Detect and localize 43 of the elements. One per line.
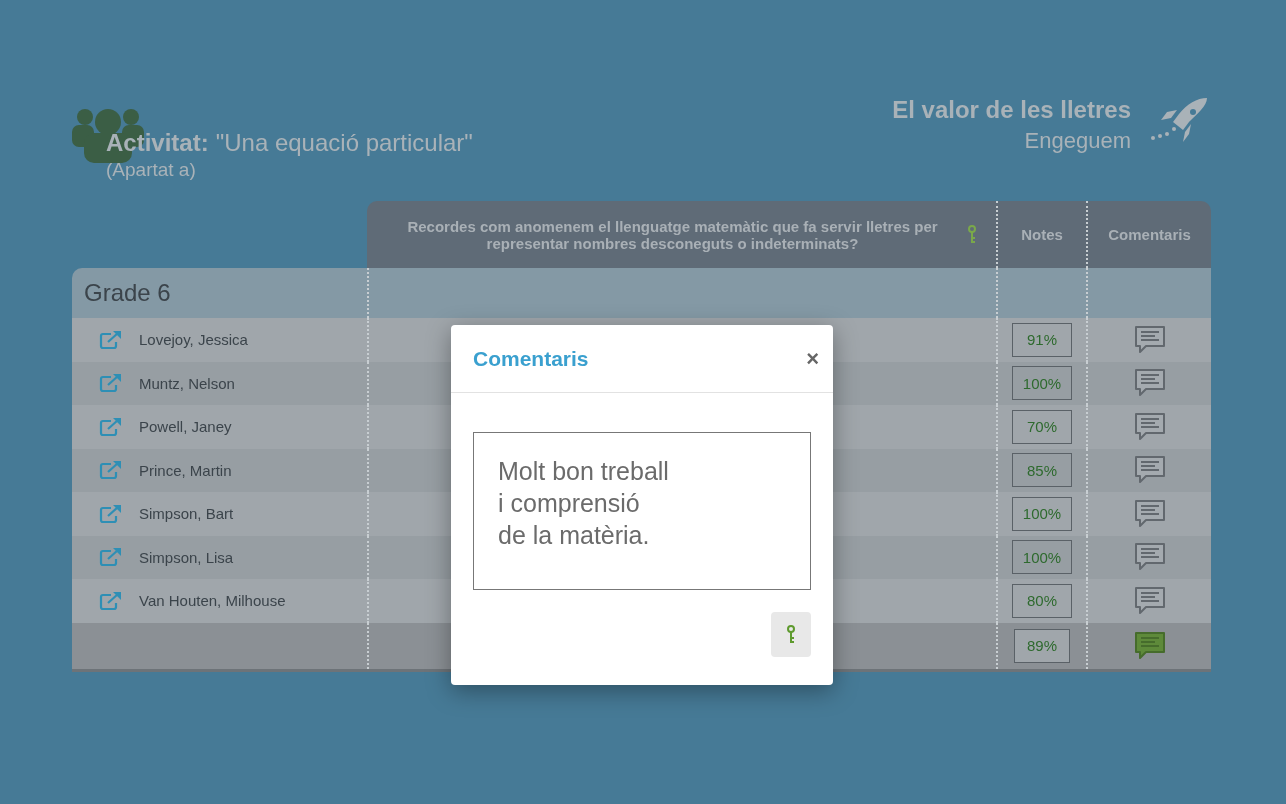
average-score-box: 89% <box>1014 628 1070 663</box>
comment-icon[interactable] <box>1133 542 1166 573</box>
comment-icon[interactable] <box>1133 585 1166 616</box>
score-box: 91% <box>1012 322 1072 357</box>
student-name[interactable]: Simpson, Bart <box>139 505 234 523</box>
score-box: 100% <box>1012 366 1072 401</box>
score-box: 85% <box>1012 453 1072 488</box>
column-header: Notes <box>1021 226 1063 243</box>
external-link-icon[interactable] <box>99 547 123 568</box>
student-name[interactable]: Simpson, Lisa <box>139 548 234 566</box>
column-header: Recordes com anomenem el llenguatge matemàtic que fa servir lletres per representar nombres desconeguts o indeterminats? <box>406 217 939 252</box>
external-link-icon[interactable] <box>99 416 123 437</box>
group-label: Grade 6 <box>83 279 172 307</box>
student-name[interactable]: Powell, Janey <box>139 418 232 436</box>
external-link-icon[interactable] <box>99 329 123 350</box>
key-icon <box>786 624 796 645</box>
comment-icon[interactable] <box>1133 630 1166 661</box>
close-button[interactable]: × <box>806 345 819 372</box>
score-box: 70% <box>1012 409 1072 444</box>
key-button[interactable] <box>771 612 811 657</box>
section-label: (Apartat a) <box>106 159 196 181</box>
course-stage: Engeguem <box>1024 128 1131 154</box>
score-box: 80% <box>1012 583 1072 618</box>
external-link-icon[interactable] <box>99 373 123 394</box>
score-box: 100% <box>1012 496 1072 531</box>
comment-icon[interactable] <box>1133 368 1166 399</box>
external-link-icon[interactable] <box>99 503 123 524</box>
dialog-title: Comentaris <box>473 346 589 371</box>
comment-icon[interactable] <box>1133 455 1166 486</box>
external-link-icon[interactable] <box>99 460 123 481</box>
student-name[interactable]: Prince, Martin <box>139 461 232 479</box>
course-title: El valor de les lletres <box>892 96 1131 124</box>
activity-name: "Una equació particular" <box>215 129 473 157</box>
comment-icon[interactable] <box>1133 498 1166 529</box>
comment-icon[interactable] <box>1133 411 1166 442</box>
external-link-icon[interactable] <box>99 590 123 611</box>
student-name[interactable]: Lovejoy, Jessica <box>139 331 248 349</box>
comment-icon[interactable] <box>1133 324 1166 355</box>
student-name[interactable]: Muntz, Nelson <box>139 374 235 392</box>
comment-field[interactable]: Molt bon treball i comprensió de la matèria. <box>473 432 811 590</box>
student-name[interactable]: Van Houten, Milhouse <box>139 592 286 610</box>
score-box: 100% <box>1012 540 1072 575</box>
column-header: Comentaris <box>1108 226 1191 243</box>
